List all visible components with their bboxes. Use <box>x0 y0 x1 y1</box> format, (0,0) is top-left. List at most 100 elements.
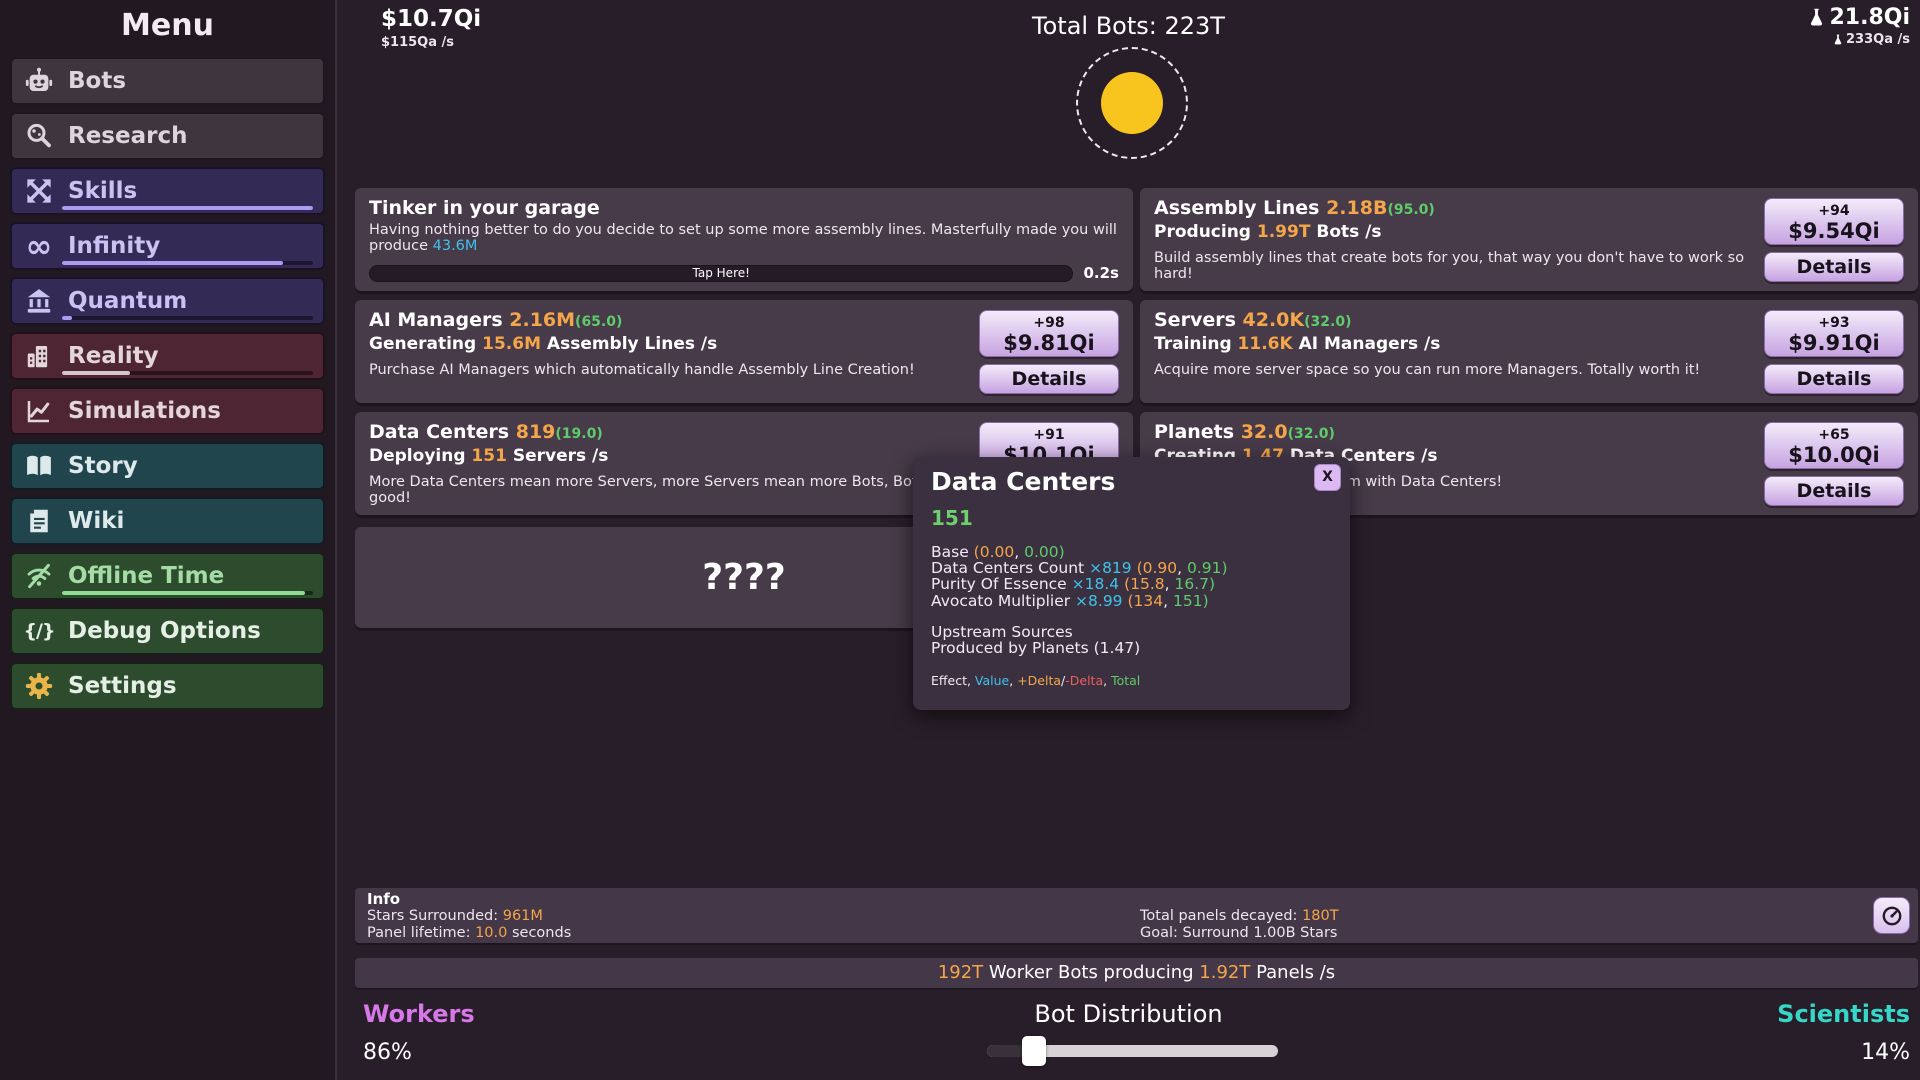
ai-managers-details-button[interactable]: Details <box>979 364 1119 394</box>
sidebar-item-simulations[interactable]: Simulations <box>10 387 325 435</box>
servers-details-button[interactable]: Details <box>1764 364 1904 394</box>
sidebar-item-story[interactable]: Story <box>10 442 325 490</box>
sidebar-item-label: Story <box>68 453 138 479</box>
reality-progress-fill <box>62 371 130 375</box>
offline-progress-fill <box>62 591 306 595</box>
popup-legend: Effect, Value, +Delta/-Delta, Total <box>931 672 1141 688</box>
sun-icon <box>1101 72 1163 134</box>
assembly-lines-details-button[interactable]: Details <box>1764 252 1904 282</box>
gauge-icon <box>1882 906 1901 925</box>
reality-progress-track <box>62 371 313 375</box>
close-icon[interactable]: X <box>1314 464 1341 491</box>
gauge-button[interactable] <box>1873 897 1910 934</box>
sidebar-item-infinity[interactable]: ∞ Infinity <box>10 222 325 270</box>
tinker-title: Tinker in your garage <box>369 197 600 219</box>
buy-ai-managers-button[interactable]: +98 $9.81Qi <box>979 310 1119 357</box>
buy-planets-button[interactable]: +65 $10.0Qi <box>1764 422 1904 469</box>
popup-count: 151 <box>931 506 973 530</box>
planets-details-button[interactable]: Details <box>1764 476 1904 506</box>
sidebar-item-settings[interactable]: Settings <box>10 662 325 710</box>
upstream-title: Upstream Sources <box>931 622 1073 641</box>
sidebar-item-offline-time[interactable]: Offline Time <box>10 552 325 600</box>
sidebar-item-label: Reality <box>68 343 159 369</box>
scientists-percentage: 14% <box>1861 1040 1910 1065</box>
sidebar-item-quantum[interactable]: Quantum <box>10 277 325 325</box>
sidebar-item-bots[interactable]: Bots <box>10 57 325 105</box>
sidebar-item-label: Simulations <box>68 398 221 424</box>
info-heading: Info <box>367 890 401 908</box>
flask-small-icon <box>1833 34 1843 46</box>
sun-clicker[interactable] <box>1076 47 1188 159</box>
workers-label: Workers <box>363 1000 475 1028</box>
upstream-line: Produced by Planets (1.47) <box>931 639 1141 658</box>
skills-progress-fill <box>62 206 313 210</box>
tap-row: Tap Here! 0.2s <box>369 264 1119 282</box>
reality-icon <box>22 339 56 373</box>
research-icon <box>22 119 56 153</box>
tinker-card: Tinker in your garage Having nothing bet… <box>355 188 1133 291</box>
buy-assembly-lines-button[interactable]: +94 $9.54Qi <box>1764 198 1904 245</box>
panel-lifetime: Panel lifetime: 10.0 seconds <box>367 925 572 941</box>
wifi-off-icon <box>22 559 56 593</box>
effect-row: Avocato Multiplier ×8.99 (134, 151) <box>931 591 1209 610</box>
story-icon <box>22 449 56 483</box>
card-description: Build assembly lines that create bots fo… <box>1154 250 1745 282</box>
popup-upstream: Upstream Sources Produced by Planets (1.… <box>931 624 1332 657</box>
info-panel: Info Stars Surrounded: 961M Panel lifeti… <box>355 888 1918 943</box>
science-amount: 21.8Qi <box>1829 5 1910 30</box>
quantum-progress-fill <box>62 316 73 320</box>
sidebar-item-debug-options[interactable]: {/} Debug Options <box>10 607 325 655</box>
sidebar-item-reality[interactable]: Reality <box>10 332 325 380</box>
sidebar-item-label: Skills <box>68 178 138 204</box>
sidebar-item-wiki[interactable]: Wiki <box>10 497 325 545</box>
tap-here-button[interactable]: Tap Here! <box>369 264 1074 282</box>
robot-icon <box>22 64 56 98</box>
bot-distribution-slider[interactable] <box>987 1036 1278 1066</box>
sidebar-item-label: Offline Time <box>68 563 225 589</box>
infinity-progress-track <box>62 261 313 265</box>
buy-servers-button[interactable]: +93 $9.91Qi <box>1764 310 1904 357</box>
mystery-label: ???? <box>702 557 786 598</box>
sidebar-item-label: Debug Options <box>68 618 261 644</box>
infinity-progress-fill <box>62 261 283 265</box>
skills-icon <box>22 174 56 208</box>
worker-production-banner: 192T Worker Bots producing 1.92T Panels … <box>355 958 1918 988</box>
science-rate: 233Qa /s <box>1846 32 1910 47</box>
bot-distribution-title: Bot Distribution <box>1034 1000 1223 1028</box>
popup-effect-rows: Base (0.00, 0.00) Data Centers Count ×81… <box>931 544 1332 609</box>
tinker-produce-value: 43.6M <box>432 238 478 254</box>
tap-timer: 0.2s <box>1083 264 1119 282</box>
popup-title: Data Centers <box>931 467 1116 496</box>
wiki-icon <box>22 504 56 538</box>
sidebar-item-label: Wiki <box>68 508 125 534</box>
servers-card: Servers 42.0K(32.0) Training 11.6K AI Ma… <box>1140 300 1918 403</box>
sidebar-item-label: Infinity <box>68 233 161 259</box>
tinker-description: Having nothing better to do you decide t… <box>369 222 1117 254</box>
sidebar-item-skills[interactable]: Skills <box>10 167 325 215</box>
menu-title: Menu <box>121 8 214 43</box>
sidebar-item-label: Bots <box>68 68 127 94</box>
ai-managers-card: AI Managers 2.16M(65.0) Generating 15.6M… <box>355 300 1133 403</box>
infinity-icon: ∞ <box>25 227 53 265</box>
assembly-lines-card: Assembly Lines 2.18B(95.0) Producing 1.9… <box>1140 188 1918 291</box>
sidebar-item-research[interactable]: Research <box>10 112 325 160</box>
workers-percentage: 86% <box>363 1040 412 1065</box>
card-description: Acquire more server space so you can run… <box>1154 362 1701 378</box>
flask-icon <box>1808 8 1825 28</box>
code-braces-icon: {/} <box>23 620 56 642</box>
simulations-icon <box>22 394 56 428</box>
slider-thumb[interactable] <box>1021 1036 1046 1066</box>
skills-progress-track <box>62 206 313 210</box>
sidebar-item-label: Settings <box>68 673 177 699</box>
sidebar-item-label: Quantum <box>68 288 188 314</box>
effect-row: Base (0.00, 0.00) <box>931 543 1065 561</box>
quantum-progress-track <box>62 316 313 320</box>
gear-icon <box>22 669 56 703</box>
panels-decayed: Total panels decayed: 180T <box>1140 908 1339 924</box>
card-description: More Data Centers mean more Servers, mor… <box>369 474 954 506</box>
game-root: Menu Bots Research Skills ∞ Infinity Qua… <box>0 0 1920 1080</box>
sidebar-item-label: Research <box>68 123 188 149</box>
effect-row: Data Centers Count ×819 (0.90, 0.91) <box>931 559 1228 578</box>
scientists-label: Scientists <box>1777 1000 1910 1028</box>
goal-line: Goal: Surround 1.00B Stars <box>1140 925 1338 941</box>
